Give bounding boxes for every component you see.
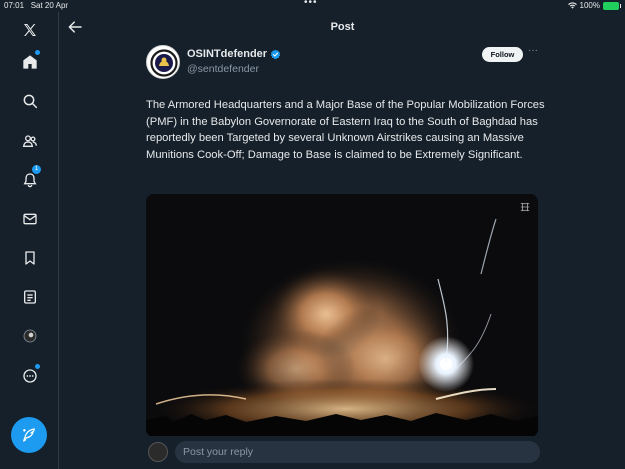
x-logo-icon[interactable]: [18, 18, 42, 42]
author-handle[interactable]: @sentdefender: [187, 63, 259, 75]
home-icon[interactable]: [18, 50, 42, 74]
post-video[interactable]: [146, 194, 538, 437]
author-name[interactable]: OSINTdefender: [187, 48, 281, 60]
status-right: 100%: [567, 1, 621, 10]
search-icon[interactable]: [18, 89, 42, 113]
bookmarks-icon[interactable]: [18, 246, 42, 270]
reply-avatar: [148, 442, 168, 462]
profile-avatar-icon[interactable]: [18, 324, 42, 348]
compose-feather-icon: [23, 428, 35, 442]
sidebar: 1: [0, 12, 59, 469]
multitasking-dots-icon[interactable]: •••: [304, 0, 318, 8]
communities-icon[interactable]: [18, 129, 42, 153]
notifications-icon[interactable]: 1: [18, 165, 42, 192]
more-options-icon[interactable]: ···: [526, 46, 540, 60]
verified-badge-icon: [270, 49, 281, 59]
status-bar: 07:01 Sat 20 Apr ••• 100%: [0, 0, 625, 12]
page-title: Post: [330, 21, 355, 33]
wifi-icon: [567, 2, 577, 9]
author-avatar[interactable]: [146, 45, 180, 79]
post-header: Post: [60, 12, 625, 42]
notifications-badge: 1: [32, 165, 41, 174]
compose-button[interactable]: [11, 417, 47, 453]
battery-icon: [603, 1, 621, 10]
follow-button[interactable]: Follow: [482, 47, 523, 62]
lists-icon[interactable]: [18, 285, 42, 309]
post-text: The Armored Headquarters and a Major Bas…: [146, 99, 545, 161]
more-new-dot: [35, 364, 40, 369]
status-time: 07:01 Sat 20 Apr: [4, 1, 69, 10]
messages-icon[interactable]: [18, 207, 42, 231]
reply-bar: [60, 436, 625, 469]
more-icon[interactable]: [18, 364, 42, 388]
home-new-dot: [35, 50, 40, 55]
reply-input[interactable]: [175, 441, 540, 463]
sensitive-media-icon[interactable]: [520, 202, 530, 212]
battery-percent: 100%: [579, 1, 600, 10]
